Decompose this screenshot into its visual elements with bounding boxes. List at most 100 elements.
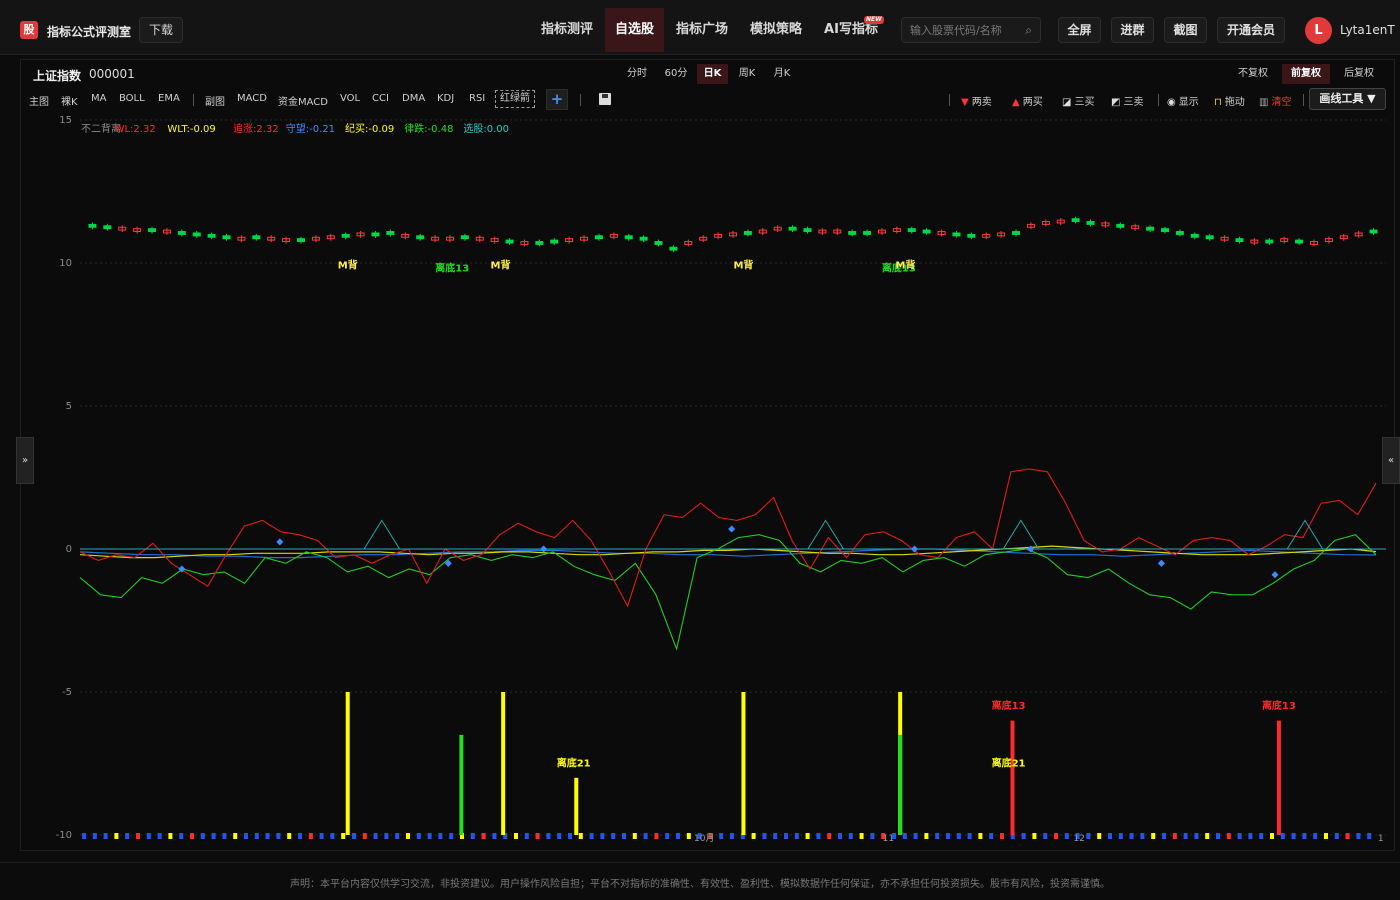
screenshot-button[interactable]: 截图 (1164, 17, 1207, 43)
signal-dash (1162, 833, 1166, 839)
divider (1158, 94, 1159, 106)
legend-entry: 追涨:2.32 (233, 122, 279, 135)
candle-body (1235, 238, 1244, 243)
join-group-button[interactable]: 进群 (1111, 17, 1154, 43)
candle-body (863, 231, 872, 235)
chart-square-icon: ◩ (1111, 97, 1121, 108)
signal-dash (514, 833, 518, 839)
signal-dash (1226, 833, 1231, 839)
download-button[interactable]: 下载 (139, 17, 183, 43)
ind-cci[interactable]: CCI (372, 93, 389, 104)
adjust-forward[interactable]: 前复权 (1282, 64, 1330, 84)
signal-dash (1291, 833, 1296, 839)
signal-dash (686, 833, 691, 839)
signal-dash (254, 833, 259, 839)
username[interactable]: Lyta1enT (1340, 23, 1395, 37)
y-tick-label: 15 (59, 115, 72, 126)
adjust-none[interactable]: 不复权 (1233, 64, 1273, 84)
signal-dash (114, 833, 119, 839)
trash-icon: ▥ (1259, 97, 1269, 108)
tool-two-sell[interactable]: ▼ 两卖 (961, 93, 992, 108)
signal-dash (211, 833, 216, 839)
ind-red-green-arrow[interactable]: 红绿箭 (495, 90, 535, 108)
signal-dash (956, 833, 961, 839)
signal-dash (1324, 833, 1328, 839)
ind-naked-k[interactable]: 裸K (61, 93, 78, 108)
tool-two-buy[interactable]: ▲ 两买 (1012, 93, 1043, 108)
signal-dash (730, 833, 734, 839)
save-icon[interactable] (599, 93, 611, 105)
nav-watchlist[interactable]: 自选股 (605, 8, 664, 52)
ind-dma[interactable]: DMA (402, 93, 425, 104)
tool-three-buy[interactable]: ◪ 三买 (1062, 93, 1094, 108)
chart-annotation: M背 (895, 259, 915, 272)
candle-body (654, 241, 663, 245)
signal-dash (384, 833, 389, 839)
ind-ma[interactable]: MA (91, 93, 106, 104)
candle-body (1161, 228, 1169, 233)
fullscreen-button[interactable]: 全屏 (1058, 17, 1101, 43)
signal-dash (179, 833, 184, 839)
nav-ai-indicator[interactable]: AI写指标 (815, 8, 887, 52)
signal-dash (157, 833, 162, 839)
signal-dash (924, 833, 929, 839)
candle-body (297, 238, 305, 243)
candle-body (922, 229, 931, 234)
tool-show[interactable]: ◉ 显示 (1167, 93, 1199, 108)
signal-dash (913, 833, 918, 839)
ind-vol[interactable]: VOL (340, 93, 360, 104)
ind-macd[interactable]: MACD (237, 93, 267, 104)
signal-dash (492, 833, 497, 839)
ind-fund-macd[interactable]: 资金MACD (278, 93, 328, 108)
period-60min[interactable]: 60分 (659, 64, 693, 84)
nav-indicator-review[interactable]: 指标测评 (532, 8, 602, 52)
ind-sub[interactable]: 副图 (205, 93, 225, 108)
signal-dash (222, 833, 227, 839)
signal-marker (728, 525, 736, 533)
adjust-backward[interactable]: 后复权 (1339, 64, 1379, 84)
period-monthly[interactable]: 月K (767, 64, 797, 84)
signal-dash (373, 833, 378, 839)
signal-dash (546, 833, 551, 839)
period-weekly[interactable]: 周K (732, 64, 762, 84)
ind-boll[interactable]: BOLL (119, 93, 145, 104)
candle-body (386, 231, 395, 235)
x-tick-label: 10月 (694, 833, 714, 844)
add-indicator-button[interactable]: + (546, 89, 568, 110)
ind-rsi[interactable]: RSI (469, 93, 485, 104)
ind-kdj[interactable]: KDJ (437, 93, 454, 104)
signal-dash (276, 833, 281, 839)
draw-tools-dropdown[interactable]: 画线工具 ▼ (1309, 88, 1386, 110)
signal-dash (816, 833, 821, 839)
signal-dash (1313, 833, 1318, 839)
candle-body (535, 241, 544, 245)
ind-main[interactable]: 主图 (29, 93, 49, 108)
signal-dash (935, 833, 940, 839)
avatar[interactable]: L (1305, 17, 1332, 44)
membership-button[interactable]: 开通会员 (1217, 17, 1285, 43)
search-input[interactable] (910, 22, 1020, 38)
signal-dash (1000, 833, 1004, 839)
signal-dash (611, 833, 616, 839)
signal-dash (1270, 833, 1274, 839)
tool-clear[interactable]: ▥ 清空 (1259, 93, 1291, 108)
signal-dash (643, 833, 648, 839)
ind-ema[interactable]: EMA (158, 93, 180, 104)
candle-body (88, 223, 97, 228)
nav-sim-strategy[interactable]: 模拟策略 (741, 8, 811, 52)
period-intraday[interactable]: 分时 (622, 64, 652, 84)
search-icon[interactable]: ⌕ (1025, 23, 1032, 38)
period-daily[interactable]: 日K (697, 64, 728, 84)
logo-icon: 股 (20, 21, 38, 39)
tool-drag[interactable]: ⊓ 拖动 (1214, 93, 1245, 108)
signal-dash (1118, 833, 1123, 839)
signal-dash (665, 833, 670, 839)
signal-dash (1345, 833, 1350, 839)
nav-indicator-square[interactable]: 指标广场 (667, 8, 737, 52)
candle-body (669, 246, 678, 251)
signal-dash (902, 833, 907, 839)
chart-annotation: 离底13 (435, 262, 469, 275)
candle-body (848, 231, 857, 235)
kline-chart[interactable]: 151050-5-10不二背离WL:2.32 WLT:-0.09 追涨:2.32 守望… (22, 112, 1390, 850)
tool-three-sell[interactable]: ◩ 三卖 (1111, 93, 1143, 108)
